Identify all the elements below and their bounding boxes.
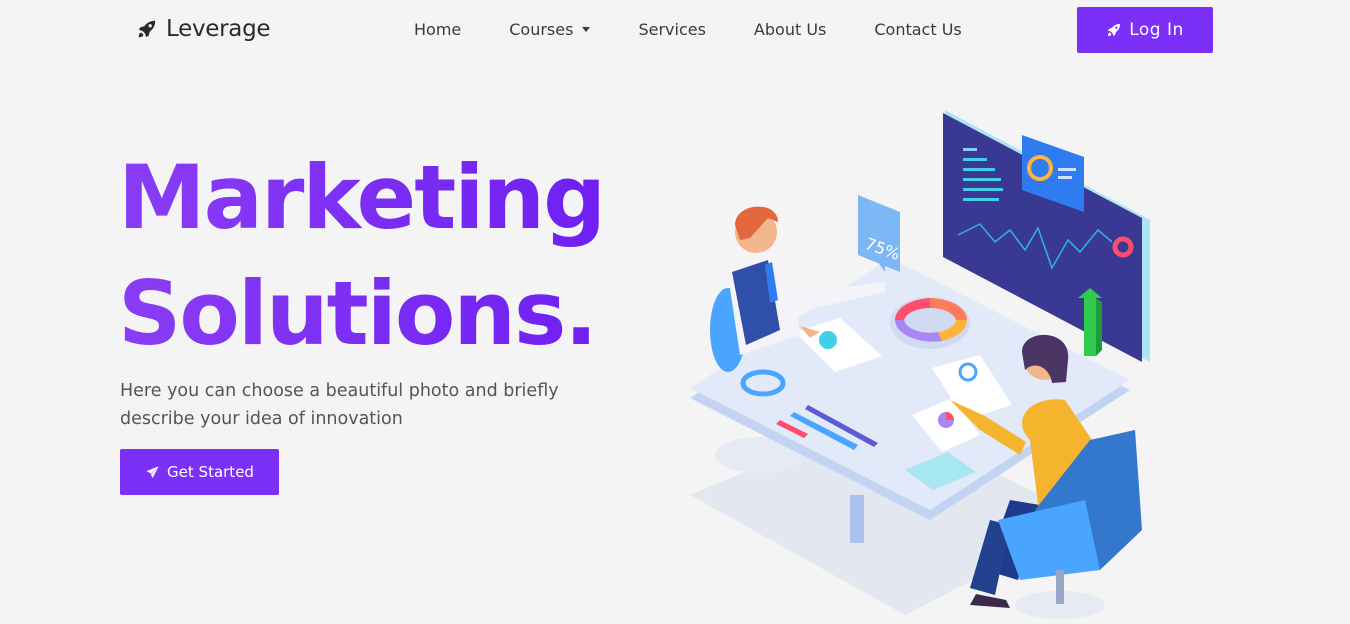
paper-plane-icon: [146, 465, 159, 478]
brand-name: Leverage: [166, 16, 271, 42]
nav-home[interactable]: Home: [414, 20, 461, 39]
get-started-label: Get Started: [167, 463, 254, 481]
chevron-down-icon: [582, 27, 591, 32]
hero-illustration: 75%: [690, 110, 1150, 619]
rocket-icon: [1108, 24, 1121, 36]
hero-title-line2: Solutions.: [118, 262, 596, 365]
get-started-button[interactable]: Get Started: [120, 449, 279, 495]
nav-contact[interactable]: Contact Us: [874, 20, 961, 39]
main-menu: Home Courses Services About Us Contact U…: [414, 20, 962, 39]
brand-logo[interactable]: Leverage: [136, 16, 271, 42]
login-label: Log In: [1129, 20, 1184, 40]
nav-courses-label: Courses: [509, 20, 574, 39]
hero-description: Here you can choose a beautiful photo an…: [120, 381, 559, 429]
rocket-icon: [138, 20, 156, 38]
nav-services[interactable]: Services: [638, 20, 705, 39]
nav-about[interactable]: About Us: [754, 20, 826, 39]
hero-title: Marketing Solutions.: [118, 140, 604, 372]
nav-courses[interactable]: Courses: [509, 20, 591, 39]
hero-title-line1: Marketing: [118, 146, 605, 249]
login-button[interactable]: Log In: [1077, 7, 1213, 53]
navbar: Leverage Home Courses Services About Us …: [0, 0, 1350, 60]
